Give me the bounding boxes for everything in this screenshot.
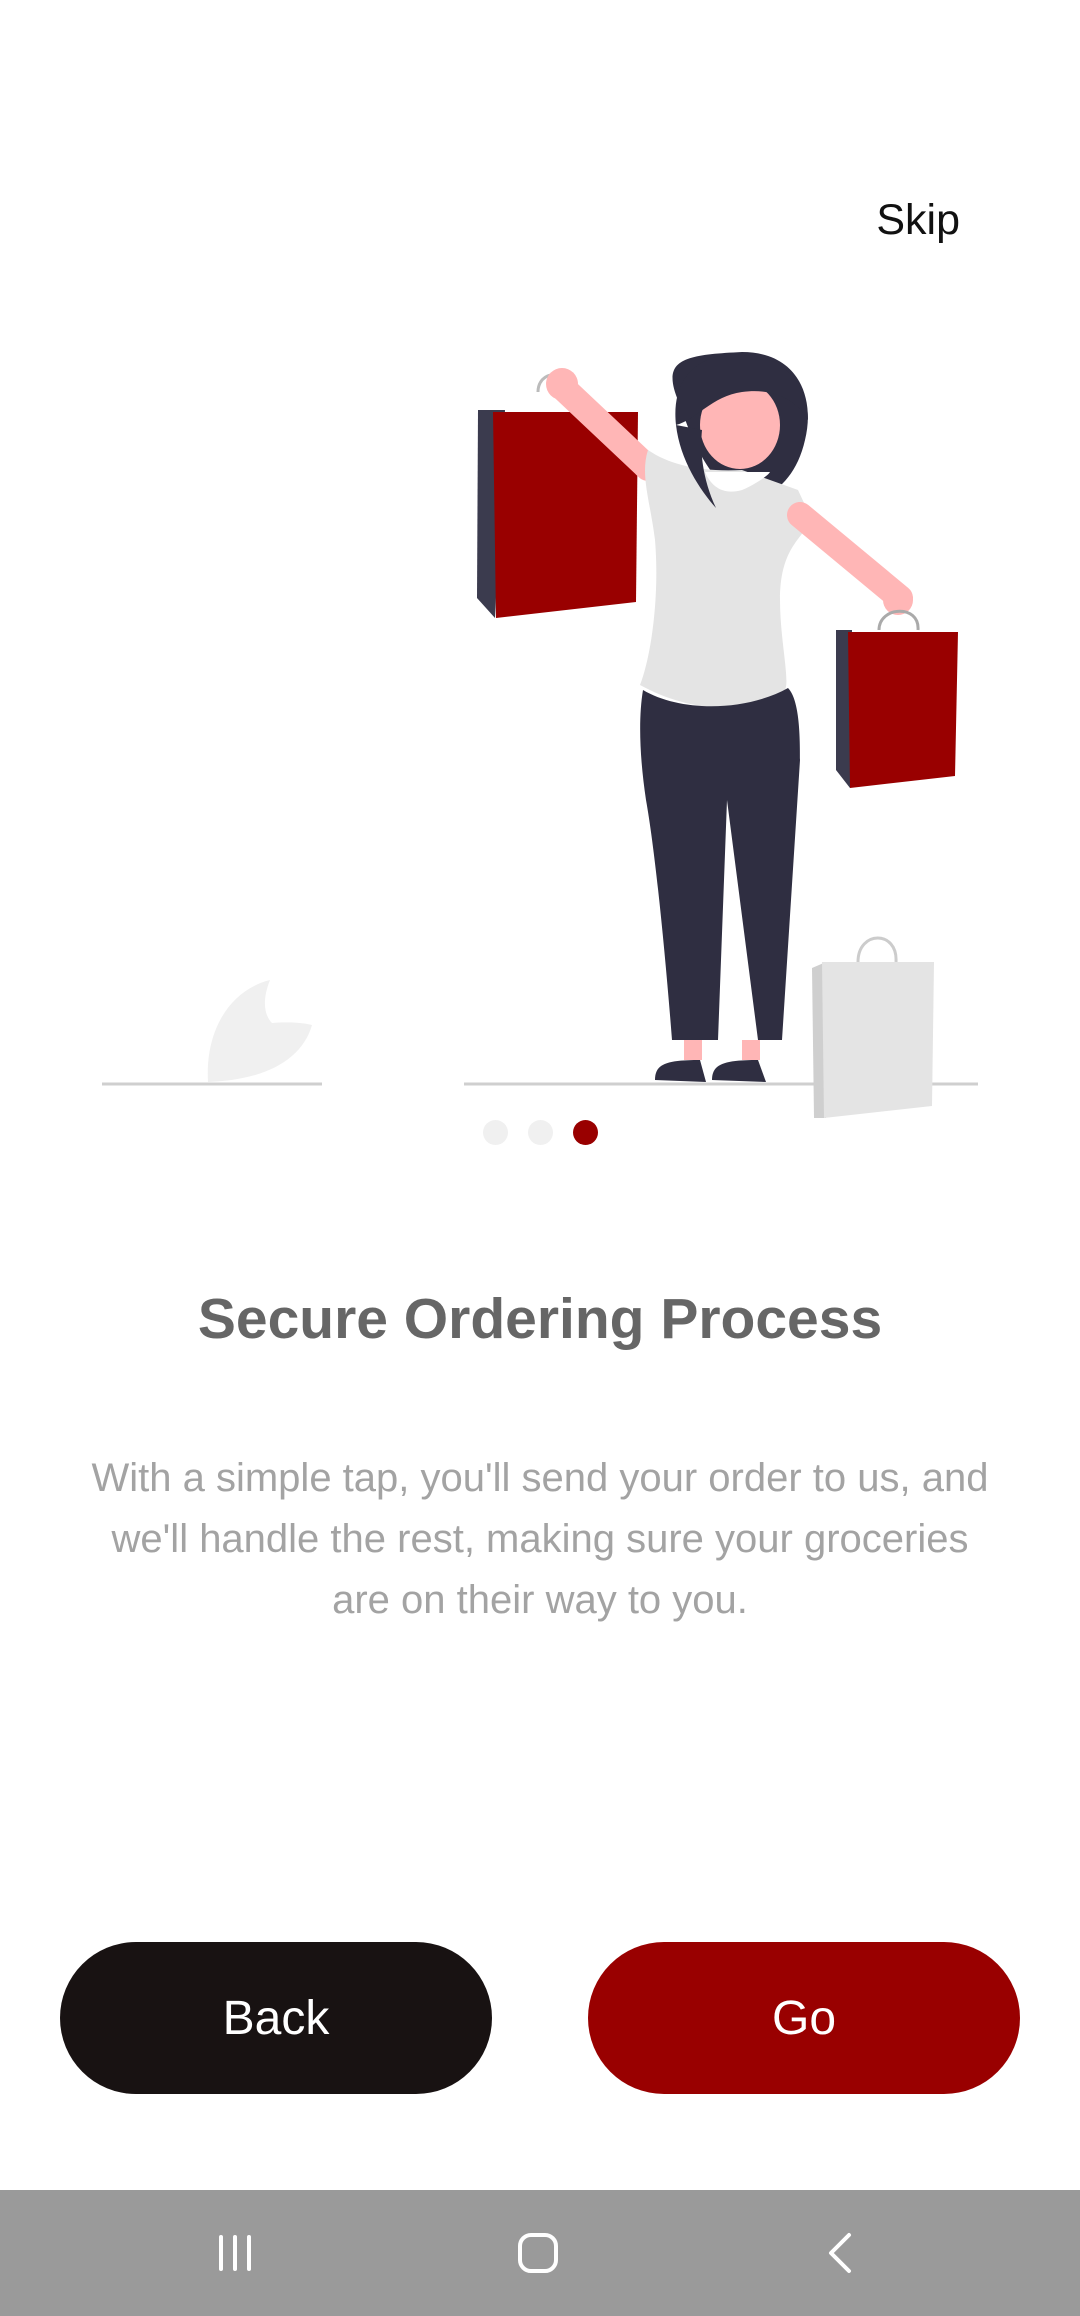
skip-button[interactable]: Skip — [876, 196, 960, 245]
go-button[interactable]: Go — [588, 1942, 1020, 2094]
page-dot-1[interactable] — [482, 1120, 508, 1145]
onboarding-title: Secure Ordering Process — [197, 1287, 883, 1351]
page-dot-2[interactable] — [527, 1120, 553, 1145]
onboarding-description: With a simple tap, you'll send your orde… — [91, 1456, 989, 1622]
back-button[interactable]: Back — [60, 1942, 492, 2094]
back-icon[interactable] — [806, 2218, 876, 2288]
home-icon[interactable] — [503, 2218, 573, 2288]
recents-icon[interactable] — [200, 2218, 270, 2288]
shopping-woman-illustration — [102, 352, 978, 1118]
page-indicator — [0, 1120, 1080, 1146]
system-navigation-bar — [0, 2190, 1080, 2316]
page-dot-3-active[interactable] — [572, 1120, 598, 1145]
onboarding-screen: Skip Secure Ordering Process With a simp… — [0, 0, 1080, 2316]
